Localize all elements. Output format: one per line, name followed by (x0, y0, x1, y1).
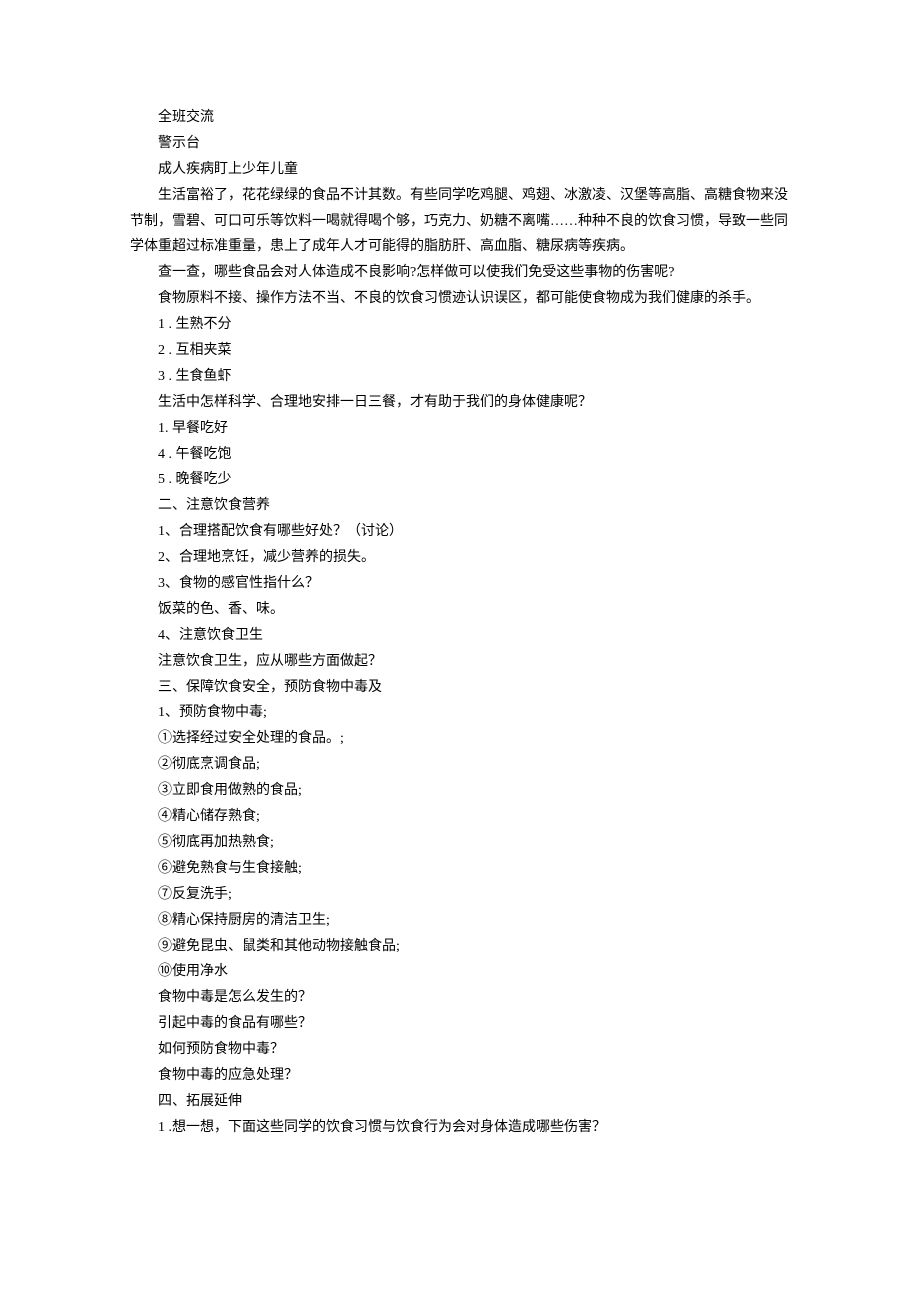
text-line: 1、合理搭配饮食有哪些好处？（讨论） (130, 519, 790, 545)
text-line: ①选择经过安全处理的食品。; (130, 726, 790, 752)
text-line: 三、保障饮食安全，预防食物中毒及 (130, 675, 790, 701)
text-line: ⑧精心保持厨房的清洁卫生; (130, 908, 790, 934)
text-line: 成人疾病盯上少年儿童 (130, 157, 790, 183)
text-line: 4、注意饮食卫生 (130, 623, 790, 649)
text-line: 2、合理地烹饪，减少营养的损失。 (130, 545, 790, 571)
text-line: ⑤彻底再加热熟食; (130, 830, 790, 856)
text-line: ④精心储存熟食; (130, 804, 790, 830)
text-line: 食物原料不接、操作方法不当、不良的饮食习惯迹认识误区，都可能使食物成为我们健康的… (130, 286, 790, 312)
text-line: 生活富裕了，花花绿绿的食品不计其数。有些同学吃鸡腿、鸡翅、冰激凌、汉堡等高脂、高… (130, 183, 790, 261)
text-line: 5 . 晚餐吃少 (130, 467, 790, 493)
text-line: 全班交流 (130, 105, 790, 131)
text-line: 食物中毒是怎么发生的？ (130, 985, 790, 1011)
text-line: 4 . 午餐吃饱 (130, 442, 790, 468)
text-line: ⑩使用净水 (130, 959, 790, 985)
text-line: 1. 早餐吃好 (130, 416, 790, 442)
text-line: 3、食物的感官性指什么？ (130, 571, 790, 597)
text-line: 1、预防食物中毒; (130, 700, 790, 726)
text-line: 查一查，哪些食品会对人体造成不良影响?怎样做可以使我们免受这些事物的伤害呢? (130, 260, 790, 286)
text-line: 如何预防食物中毒？ (130, 1037, 790, 1063)
text-line: 生活中怎样科学、合理地安排一日三餐，才有助于我们的身体健康呢？ (130, 390, 790, 416)
text-line: 引起中毒的食品有哪些？ (130, 1011, 790, 1037)
text-line: ③立即食用做熟的食品; (130, 778, 790, 804)
text-line: 1 . 生熟不分 (130, 312, 790, 338)
text-line: ⑥避免熟食与生食接触; (130, 856, 790, 882)
document-body: 全班交流警示台成人疾病盯上少年儿童生活富裕了，花花绿绿的食品不计其数。有些同学吃… (130, 105, 790, 1141)
text-line: 1 .想一想，下面这些同学的饮食习惯与饮食行为会对身体造成哪些伤害？ (130, 1115, 790, 1141)
text-line: 二、注意饮食营养 (130, 493, 790, 519)
text-line: 注意饮食卫生，应从哪些方面做起？ (130, 649, 790, 675)
text-line: ⑨避免昆虫、鼠类和其他动物接触食品; (130, 934, 790, 960)
text-line: 四、拓展延伸 (130, 1089, 790, 1115)
text-line: 饭菜的色、香、味。 (130, 597, 790, 623)
text-line: 2 . 互相夹菜 (130, 338, 790, 364)
text-line: ②彻底烹调食品; (130, 752, 790, 778)
text-line: ⑦反复洗手; (130, 882, 790, 908)
text-line: 警示台 (130, 131, 790, 157)
text-line: 3 . 生食鱼虾 (130, 364, 790, 390)
text-line: 食物中毒的应急处理？ (130, 1063, 790, 1089)
